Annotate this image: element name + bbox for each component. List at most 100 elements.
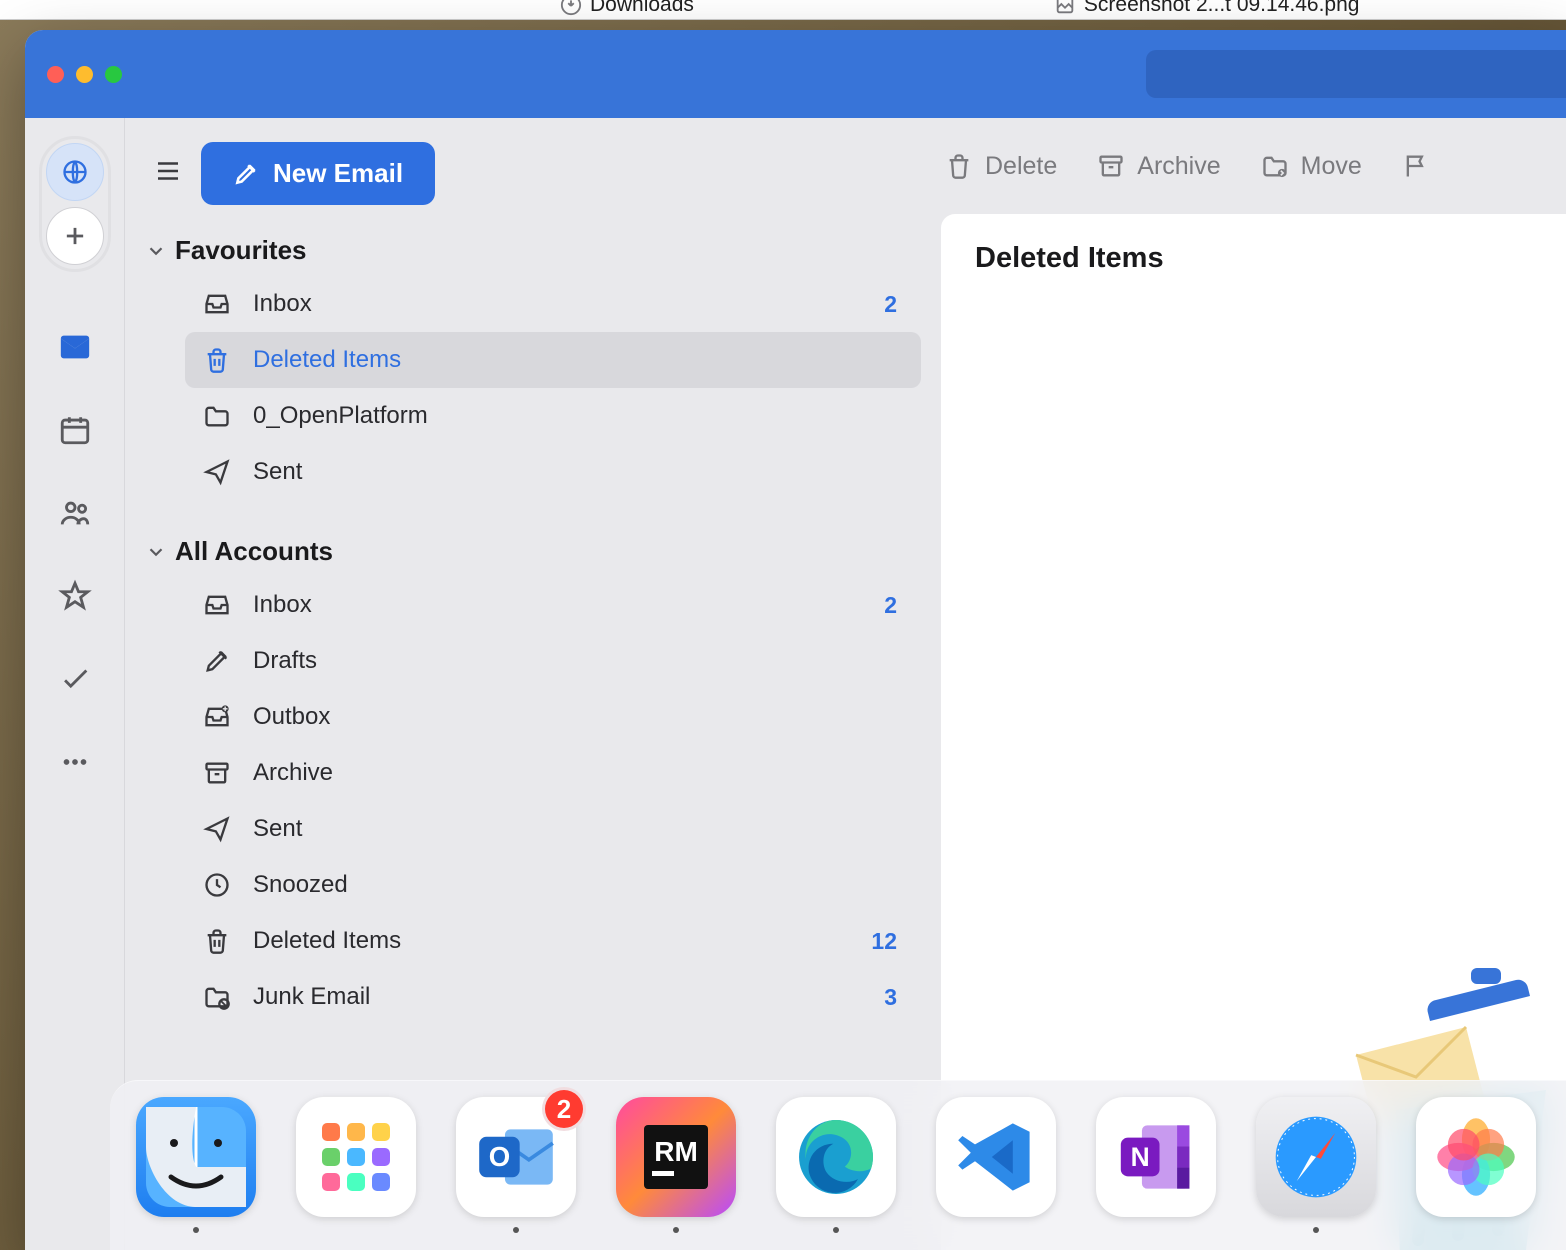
svg-text:O: O [489,1141,510,1172]
dock-safari[interactable] [1256,1097,1376,1233]
dock-running-dot [193,1227,199,1233]
favourites-title: Favourites [175,235,307,266]
dock: O 2 RM N [110,1080,1566,1250]
folder-label: Sent [253,458,897,486]
archive-button[interactable]: Archive [1097,152,1220,181]
nav-calendar-icon[interactable] [58,413,92,452]
traffic-lights [47,66,122,83]
dock-outlook[interactable]: O 2 [456,1097,576,1233]
folder-sent[interactable]: Sent [185,801,921,857]
all-accounts-title: All Accounts [175,536,333,567]
nav-todo-icon[interactable] [58,662,92,701]
dock-outlook-badge: 2 [542,1087,586,1131]
dock-running-dot [1313,1227,1319,1233]
folder-label: Junk Email [253,983,884,1011]
chevron-down-icon [145,240,167,262]
folder-archive[interactable]: Archive [185,745,921,801]
desktop-strip: Downloads Screenshot 2...t 09.14.46.png [0,0,1566,20]
flag-icon [1402,152,1430,180]
folder-count: 2 [884,291,897,318]
junk-icon [203,983,231,1011]
folder-label: Deleted Items [253,346,897,374]
clock-icon [203,871,231,899]
favourites-header[interactable]: Favourites [125,225,935,276]
content-toolbar: Delete Archive Move [935,118,1566,214]
move-button[interactable]: Move [1261,152,1362,181]
account-rail [25,118,125,1250]
dock-running-dot [673,1227,679,1233]
folder-deleted-items[interactable]: Deleted Items [185,332,921,388]
trash-icon [203,927,231,955]
desktop-file-label: Downloads [590,0,694,17]
trash-icon [945,152,973,180]
svg-text:RM: RM [654,1136,698,1167]
desktop-file-screenshot[interactable]: Screenshot 2...t 09.14.46.png [1054,0,1360,17]
nav-more-icon[interactable] [58,745,92,784]
archive-icon [1097,152,1125,180]
folder-snoozed[interactable]: Snoozed [185,857,921,913]
inbox-icon [203,591,231,619]
move-label: Move [1301,152,1362,181]
dock-running-dot [513,1227,519,1233]
folder-label: Deleted Items [253,927,871,955]
delete-label: Delete [985,152,1057,181]
folder-sent-fav[interactable]: Sent [185,444,921,500]
flag-button[interactable] [1402,152,1430,180]
desktop-file-label: Screenshot 2...t 09.14.46.png [1084,0,1360,17]
folder-label: Archive [253,759,897,787]
send-icon [203,815,231,843]
hamburger-button[interactable] [153,156,183,191]
folder-drafts[interactable]: Drafts [185,633,921,689]
folder-inbox-all[interactable]: Inbox 2 [185,577,921,633]
new-email-button[interactable]: New Email [201,142,435,205]
nav-star-icon[interactable] [58,579,92,618]
outbox-icon [203,703,231,731]
account-stack [39,136,111,272]
new-email-label: New Email [273,158,403,189]
folder-junk[interactable]: Junk Email 3 [185,969,921,1025]
folder-label: Inbox [253,290,884,318]
all-accounts-header[interactable]: All Accounts [125,526,935,577]
dock-rubymine[interactable]: RM [616,1097,736,1233]
maximize-window-button[interactable] [105,66,122,83]
folder-label: Drafts [253,647,897,675]
archive-icon [203,759,231,787]
content-title: Deleted Items [975,242,1566,275]
folder-deleted-all[interactable]: Deleted Items 12 [185,913,921,969]
desktop-file-downloads[interactable]: Downloads [560,0,694,17]
dock-finder[interactable] [136,1097,256,1233]
inbox-icon [203,290,231,318]
folder-label: Sent [253,815,897,843]
minimize-window-button[interactable] [76,66,93,83]
dock-edge[interactable] [776,1097,896,1233]
svg-text:N: N [1131,1142,1150,1172]
account-globe-button[interactable] [46,143,104,201]
drafts-icon [203,647,231,675]
add-account-button[interactable] [46,207,104,265]
nav-people-icon[interactable] [58,496,92,535]
folder-outbox[interactable]: Outbox [185,689,921,745]
trash-icon [203,346,231,374]
close-window-button[interactable] [47,66,64,83]
dock-onenote[interactable]: N [1096,1097,1216,1233]
titlebar [25,30,1566,118]
folder-label: Snoozed [253,871,897,899]
outlook-window: New Email Favourites Inbox 2 Deleted Ite… [25,30,1566,1250]
folder-label: 0_OpenPlatform [253,402,897,430]
folder-count: 12 [871,928,897,955]
folder-icon [203,402,231,430]
dock-launchpad[interactable] [296,1097,416,1233]
dock-vscode[interactable] [936,1097,1056,1233]
folder-count: 2 [884,592,897,619]
chevron-down-icon [145,541,167,563]
titlebar-search-stub[interactable] [1146,50,1566,98]
folder-inbox[interactable]: Inbox 2 [185,276,921,332]
move-icon [1261,152,1289,180]
folder-label: Outbox [253,703,897,731]
dock-photos[interactable] [1416,1097,1536,1233]
folder-openplatform[interactable]: 0_OpenPlatform [185,388,921,444]
nav-mail-icon[interactable] [58,330,92,369]
send-icon [203,458,231,486]
delete-button[interactable]: Delete [945,152,1057,181]
folder-count: 3 [884,984,897,1011]
